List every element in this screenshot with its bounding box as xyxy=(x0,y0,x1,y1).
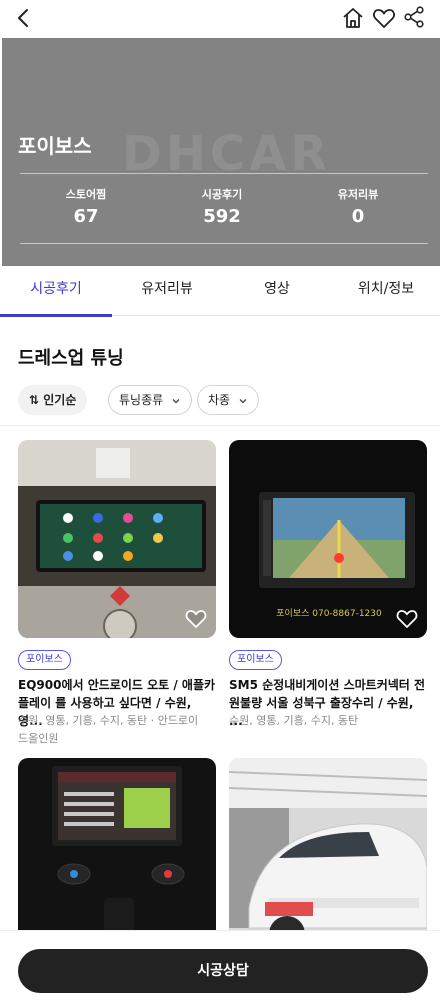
stat-label: 유저리뷰 xyxy=(337,188,379,201)
stat-label: 시공후기 xyxy=(201,188,243,201)
chevron-down-icon xyxy=(172,398,180,403)
tab-label: 시공후기 xyxy=(30,281,82,297)
image-watermark: 포이보스 070-8867-1230 xyxy=(276,608,382,619)
store-hero-banner: DHCAR 포이보스 스토어찜 67 시공후기 592 유저리뷰 0 xyxy=(2,38,440,266)
consultation-button[interactable]: 시공상담 xyxy=(18,949,428,993)
white-suv-image xyxy=(229,758,427,956)
share-icon[interactable] xyxy=(402,5,426,29)
review-title-line: EQ900에서 안드로이드 오토 / 애플카 xyxy=(18,678,216,692)
review-card[interactable] xyxy=(18,758,216,956)
hero-divider xyxy=(20,173,428,174)
section-title: 드레스업 튜닝 xyxy=(18,348,124,369)
filter-label: 튜닝종류 xyxy=(119,393,164,407)
car-model-filter[interactable]: 차종 xyxy=(197,385,259,415)
heart-icon[interactable] xyxy=(371,5,397,31)
stat-label: 스토어찜 xyxy=(65,188,107,201)
review-thumbnail[interactable] xyxy=(18,440,216,638)
shop-tag: 포이보스 xyxy=(229,650,282,670)
active-tab-indicator xyxy=(0,314,112,317)
stat-value: 592 xyxy=(203,206,241,227)
review-meta-line: 수원, 영통, 기흥, 수지, 동탄 xyxy=(229,714,359,727)
tab-user-reviews[interactable]: 유저리뷰 xyxy=(112,266,222,316)
review-meta-line: 수원, 영통, 기흥, 수지, 동탄 · 안드로이 xyxy=(18,714,199,727)
store-tabs: 시공후기 유저리뷰 영상 위치/정보 xyxy=(0,266,440,317)
tab-location-info[interactable]: 위치/정보 xyxy=(332,266,440,316)
shop-tag: 포이보스 xyxy=(18,650,71,670)
review-meta: 수원, 영통, 기흥, 수지, 동탄 · 안드로이 드올인원 xyxy=(18,712,216,748)
filter-label: 차종 xyxy=(208,393,231,407)
review-thumbnail[interactable] xyxy=(229,758,427,956)
filter-divider xyxy=(0,425,440,426)
review-thumbnail[interactable] xyxy=(18,758,216,956)
stat-value: 67 xyxy=(73,206,99,227)
chevron-down-icon xyxy=(239,398,247,403)
review-thumbnail[interactable]: 포이보스 070-8867-1230 xyxy=(229,440,427,638)
heart-icon[interactable] xyxy=(184,606,208,630)
stat-store-likes[interactable]: 스토어찜 67 xyxy=(26,186,146,227)
review-card[interactable]: 포이보스 EQ900에서 안드로이드 오토 / 애플카 플레이 를 사용하고 싶… xyxy=(18,440,216,745)
review-meta-line: 드올인원 xyxy=(18,732,59,745)
review-title-line: SM5 순정내비게이션 스마트커넥터 전 xyxy=(229,678,426,692)
review-meta: 수원, 영통, 기흥, 수지, 동탄 xyxy=(229,712,427,730)
bottom-action-bar: 시공상담 xyxy=(0,930,440,1005)
stat-install-reviews[interactable]: 시공후기 592 xyxy=(162,186,282,227)
tab-label: 유저리뷰 xyxy=(141,281,193,297)
back-arrow-icon[interactable] xyxy=(12,6,36,30)
stat-user-reviews[interactable]: 유저리뷰 0 xyxy=(298,186,418,227)
store-name: 포이보스 xyxy=(18,134,92,158)
top-nav-bar xyxy=(0,0,440,38)
review-card[interactable]: 포이보스 070-8867-1230 포이보스 SM5 순정내비게이션 스마트커… xyxy=(229,440,427,728)
car-interior-media-image xyxy=(18,758,216,956)
sort-popular-button[interactable]: ⇅ 인기순 xyxy=(18,385,88,415)
tab-label: 위치/정보 xyxy=(357,281,415,297)
heart-icon[interactable] xyxy=(395,606,419,630)
hero-divider xyxy=(20,243,428,244)
review-card[interactable] xyxy=(229,758,427,956)
tab-video[interactable]: 영상 xyxy=(222,266,332,316)
sort-label: ⇅ 인기순 xyxy=(29,393,77,407)
home-icon[interactable] xyxy=(340,5,366,31)
tuning-type-filter[interactable]: 튜닝종류 xyxy=(108,385,192,415)
tab-install-reviews[interactable]: 시공후기 xyxy=(0,266,112,317)
tab-label: 영상 xyxy=(264,281,290,297)
stat-value: 0 xyxy=(351,206,365,227)
